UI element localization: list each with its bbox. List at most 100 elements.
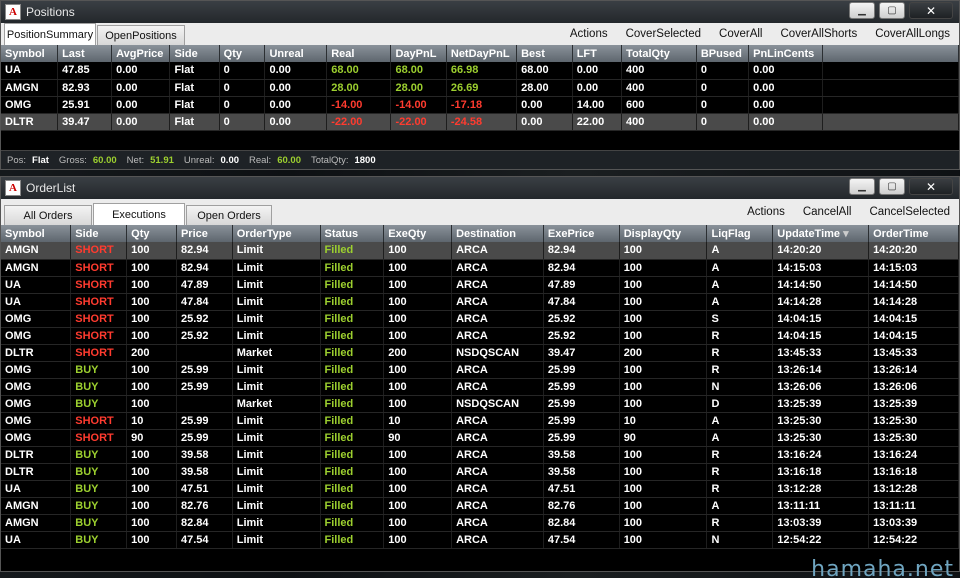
cell-destination: ARCA (451, 327, 544, 345)
cell-qty: 100 (126, 497, 177, 515)
table-row[interactable]: OMG BUY 100 25.99 Limit Filled 100 ARCA 25.99 100… (1, 378, 959, 396)
column-header-avgprice[interactable]: AvgPrice (111, 45, 171, 62)
cell-exeprice: 25.99 (543, 395, 620, 413)
cell-ordertime: 14:14:28 (868, 293, 959, 311)
column-header-side[interactable]: Side (169, 45, 220, 62)
column-header-updatetime[interactable]: UpdateTime ▾ (772, 225, 870, 242)
actions-menu[interactable]: Actions (570, 28, 608, 40)
table-row[interactable]: DLTR 39.47 0.00 Flat 0 0.00 -22.00 -22.00 -24.58… (1, 113, 960, 131)
cell-ordertime: 13:26:14 (868, 361, 959, 379)
cell-ordertype: Limit (232, 361, 321, 379)
close-icon[interactable]: ✕ (909, 178, 953, 195)
table-row[interactable]: OMG SHORT 100 25.92 Limit Filled 100 ARCA 25.92 1… (1, 310, 959, 328)
cell-exeprice: 47.51 (543, 480, 620, 498)
orderlist-window: A OrderList ▁ ▢ ✕ All Orders Executions … (0, 176, 960, 572)
cancel-selected-button[interactable]: CancelSelected (869, 206, 950, 218)
table-row[interactable]: OMG SHORT 100 25.92 Limit Filled 100 ARCA 25.92 1… (1, 327, 959, 345)
actions-menu[interactable]: Actions (747, 206, 785, 218)
cell-exeprice: 25.99 (543, 361, 620, 379)
table-row[interactable]: OMG SHORT 10 25.99 Limit Filled 10 ARCA 25.99 10 A… (1, 412, 959, 430)
table-row[interactable]: AMGN BUY 100 82.76 Limit Filled 100 ARCA 82.76 10… (1, 497, 959, 515)
table-row[interactable]: UA BUY 100 47.51 Limit Filled 100 ARCA 47.51 100 R… (1, 480, 959, 498)
cell-status: Filled (320, 259, 385, 277)
table-row[interactable]: AMGN 82.93 0.00 Flat 0 0.00 28.00 28.00 26.69 28.… (1, 79, 960, 97)
column-header-pnlincents[interactable]: PnLinCents (748, 45, 823, 62)
column-header-exeprice[interactable]: ExePrice (543, 225, 620, 242)
table-row[interactable]: DLTR BUY 100 39.58 Limit Filled 100 ARCA 39.58 10… (1, 446, 959, 464)
column-header-destination[interactable]: Destination (451, 225, 544, 242)
cell-exeqty: 100 (383, 497, 453, 515)
table-row[interactable]: OMG SHORT 90 25.99 Limit Filled 90 ARCA 25.99 90 A… (1, 429, 959, 447)
column-header-symbol[interactable]: Symbol (1, 225, 72, 242)
minimize-icon[interactable]: ▁ (849, 2, 875, 19)
cell-displayqty: 90 (619, 429, 708, 447)
tab-all-orders[interactable]: All Orders (4, 205, 92, 225)
column-header-unreal[interactable]: Unreal (264, 45, 328, 62)
table-row[interactable]: AMGN SHORT 100 82.94 Limit Filled 100 ARCA 82.94… (1, 242, 959, 260)
minimize-icon[interactable]: ▁ (849, 178, 875, 195)
cover-all-button[interactable]: CoverAll (719, 28, 762, 40)
column-header-displayqty[interactable]: DisplayQty (619, 225, 708, 242)
table-row[interactable]: UA SHORT 100 47.89 Limit Filled 100 ARCA 47.89 10… (1, 276, 959, 294)
table-row[interactable]: DLTR BUY 100 39.58 Limit Filled 100 ARCA 39.58 10… (1, 463, 959, 481)
column-header-ordertime[interactable]: OrderTime (868, 225, 959, 242)
positions-titlebar[interactable]: A Positions ▁ ▢ ✕ (1, 1, 959, 23)
cell-exeqty: 100 (383, 361, 453, 379)
column-header-qty[interactable]: Qty (219, 45, 266, 62)
column-header-netdaypnl[interactable]: NetDayPnL (446, 45, 518, 62)
tab-open-positions[interactable]: OpenPositions (97, 25, 185, 45)
column-header-ordertype[interactable]: OrderType (232, 225, 321, 242)
column-header-symbol[interactable]: Symbol (1, 45, 59, 62)
cell-displayqty: 100 (619, 242, 708, 260)
cover-all-shorts-button[interactable]: CoverAllShorts (781, 28, 858, 40)
orderlist-titlebar[interactable]: A OrderList ▁ ▢ ✕ (1, 177, 959, 199)
cover-selected-button[interactable]: CoverSelected (626, 28, 701, 40)
column-header-status[interactable]: Status (320, 225, 385, 242)
column-header-real[interactable]: Real (326, 45, 392, 62)
table-row[interactable]: AMGN SHORT 100 82.94 Limit Filled 100 ARCA 82.94… (1, 259, 959, 277)
column-header-bpused[interactable]: BPused (696, 45, 750, 62)
cell-totalqty: 400 (621, 113, 697, 131)
column-header-side[interactable]: Side (70, 225, 128, 242)
status-unreal-label: Unreal: (183, 154, 215, 166)
table-row[interactable]: AMGN BUY 100 82.84 Limit Filled 100 ARCA 82.84 10… (1, 514, 959, 532)
column-header-liqflag[interactable]: LiqFlag (706, 225, 774, 242)
cell-side: SHORT (70, 259, 128, 277)
cell-ordertype: Limit (232, 531, 321, 549)
column-header-last[interactable]: Last (57, 45, 113, 62)
tab-position-summary[interactable]: PositionSummary (4, 23, 96, 45)
cell-symbol: OMG (1, 361, 72, 379)
cell-ordertype: Limit (232, 429, 321, 447)
maximize-icon[interactable]: ▢ (879, 2, 905, 19)
cell-ordertype: Limit (232, 514, 321, 532)
table-row[interactable]: UA 47.85 0.00 Flat 0 0.00 68.00 68.00 66.98 68.00… (1, 62, 960, 80)
cell-exeprice: 39.58 (543, 463, 620, 481)
column-header-totalqty[interactable]: TotalQty (621, 45, 697, 62)
cover-all-longs-button[interactable]: CoverAllLongs (875, 28, 950, 40)
maximize-icon[interactable]: ▢ (879, 178, 905, 195)
tab-open-orders[interactable]: Open Orders (186, 205, 272, 225)
cell-price: 82.94 (176, 259, 233, 277)
table-row[interactable]: OMG BUY 100 25.99 Limit Filled 100 ARCA 25.99 100… (1, 361, 959, 379)
table-row[interactable]: DLTR SHORT 200 Market Filled 200 NSDQSCAN 39.47… (1, 344, 959, 362)
column-header-exeqty[interactable]: ExeQty (383, 225, 453, 242)
cell-qty: 0 (219, 96, 266, 114)
table-row[interactable]: UA BUY 100 47.54 Limit Filled 100 ARCA 47.54 100 N… (1, 531, 959, 549)
cell-destination: ARCA (451, 480, 544, 498)
table-row[interactable]: OMG BUY 100 Market Filled 100 NSDQSCAN 25.99 100… (1, 395, 959, 413)
column-header-daypnl[interactable]: DayPnL (390, 45, 447, 62)
cell-liqflag: A (706, 276, 774, 294)
cancel-all-button[interactable]: CancelAll (803, 206, 852, 218)
cell-best: 68.00 (516, 62, 573, 80)
close-icon[interactable]: ✕ (909, 2, 953, 19)
cell-price (176, 395, 233, 413)
column-header-lft[interactable]: LFT (572, 45, 623, 62)
tab-executions[interactable]: Executions (93, 203, 185, 225)
cell-status: Filled (320, 378, 385, 396)
column-header-price[interactable]: Price (176, 225, 233, 242)
column-header-best[interactable]: Best (516, 45, 573, 62)
column-header-qty[interactable]: Qty (126, 225, 177, 242)
cell-qty: 100 (126, 514, 177, 532)
table-row[interactable]: OMG 25.91 0.00 Flat 0 0.00 -14.00 -14.00 -17.18 0… (1, 96, 960, 114)
table-row[interactable]: UA SHORT 100 47.84 Limit Filled 100 ARCA 47.84 10… (1, 293, 959, 311)
